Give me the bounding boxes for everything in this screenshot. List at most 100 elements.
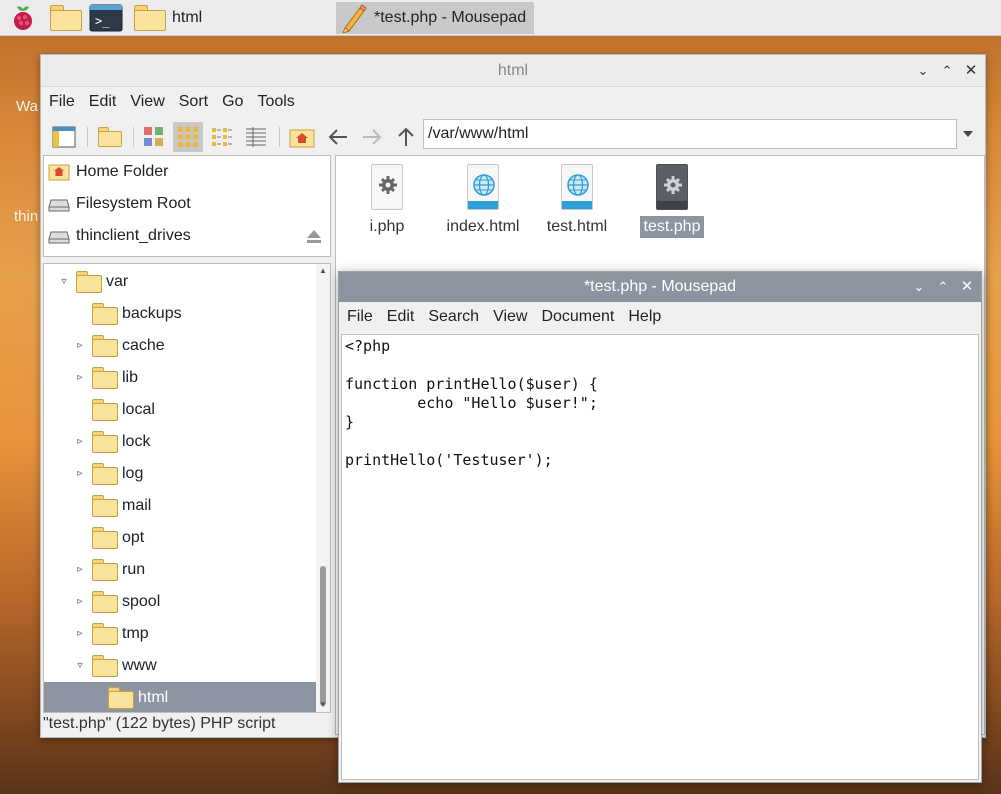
tree-item-cache[interactable]: ▹ cache (44, 330, 316, 362)
tree-item-www[interactable]: ▿ www (44, 650, 316, 682)
file-name: test.html (546, 218, 608, 235)
window-titlebar[interactable]: *test.php - Mousepad ⌄ ⌃ ✕ (339, 272, 981, 302)
drive-icon (48, 199, 70, 212)
compact-view-icon (212, 128, 232, 146)
back-button[interactable] (323, 122, 353, 152)
terminal-icon: >_ (89, 4, 123, 32)
terminal-launcher[interactable]: >_ (88, 2, 124, 34)
menu-search[interactable]: Search (428, 308, 479, 326)
list-view-button[interactable] (241, 122, 271, 152)
chevron-right-icon[interactable]: ▹ (74, 372, 86, 384)
place-label: Home Folder (76, 163, 169, 180)
file-item[interactable]: test.html (532, 162, 622, 238)
menu-file[interactable]: File (347, 308, 373, 326)
tree-item-label: local (122, 401, 155, 418)
file-item-selected[interactable]: test.php (626, 162, 718, 238)
file-manager-launcher[interactable] (48, 2, 84, 34)
tree-item-html[interactable]: html (44, 682, 316, 712)
eject-icon[interactable] (306, 228, 322, 244)
text-editor[interactable]: <?php function printHello($user) { echo … (341, 334, 979, 780)
menu-tools[interactable]: Tools (257, 93, 294, 111)
tree-item-lib[interactable]: ▹ lib (44, 362, 316, 394)
tree-item-spool[interactable]: ▹ spool (44, 586, 316, 618)
arrow-up-icon (398, 127, 414, 146)
menu-view[interactable]: View (130, 93, 164, 111)
menu-go[interactable]: Go (222, 93, 243, 111)
place-label: Filesystem Root (76, 195, 191, 212)
tree-item-mail[interactable]: mail (44, 490, 316, 522)
new-window-button[interactable] (49, 122, 79, 152)
chevron-down-icon[interactable]: ▿ (74, 660, 86, 672)
tree-item-lock[interactable]: ▹ lock (44, 426, 316, 458)
raspberry-menu-button[interactable] (6, 2, 40, 34)
close-icon[interactable]: ✕ (961, 61, 981, 81)
place-home-folder[interactable]: Home Folder (44, 156, 330, 188)
maximize-icon[interactable]: ⌃ (937, 61, 957, 81)
scrollbar-thumb[interactable] (320, 566, 326, 706)
path-input[interactable]: /var/www/html (423, 119, 957, 149)
tree-item-local[interactable]: local (44, 394, 316, 426)
php-gear-icon (369, 164, 405, 210)
folder-icon (92, 399, 118, 421)
thumbnail-view-button[interactable] (139, 122, 169, 152)
chevron-down-icon[interactable]: ▿ (58, 276, 70, 288)
mousepad-window: *test.php - Mousepad ⌄ ⌃ ✕ File Edit Sea… (338, 271, 982, 783)
scroll-down-icon[interactable]: ▼ (318, 700, 328, 710)
menu-view[interactable]: View (493, 308, 527, 326)
html-globe-icon (465, 164, 501, 210)
new-folder-button[interactable] (95, 122, 125, 152)
tree-item-label: tmp (122, 625, 149, 642)
minimize-icon[interactable]: ⌄ (913, 61, 933, 81)
minimize-icon[interactable]: ⌄ (909, 277, 929, 297)
place-filesystem-root[interactable]: Filesystem Root (44, 188, 330, 220)
tree-item-label: opt (122, 529, 145, 546)
menu-document[interactable]: Document (541, 308, 614, 326)
chevron-right-icon[interactable]: ▹ (74, 628, 86, 640)
folder-icon (92, 559, 118, 581)
place-thinclient-drives[interactable]: thinclient_drives (44, 220, 330, 252)
tree-item-label: lock (122, 433, 151, 450)
arrow-left-icon (328, 129, 347, 145)
taskbar-window-label: html (172, 9, 203, 26)
code-content: <?php function printHello($user) { echo … (345, 337, 598, 469)
menu-edit[interactable]: Edit (89, 93, 117, 111)
tree-item-var[interactable]: ▿ var (44, 266, 316, 298)
icon-view-button[interactable] (173, 122, 203, 152)
drive-icon (48, 231, 70, 244)
tree-item-opt[interactable]: opt (44, 522, 316, 554)
chevron-right-icon[interactable]: ▹ (74, 340, 86, 352)
file-item[interactable]: i.php (342, 162, 432, 238)
menu-help[interactable]: Help (628, 308, 661, 326)
folder-icon (92, 463, 118, 485)
window-titlebar[interactable]: html ⌄ ⌃ ✕ (41, 55, 985, 87)
menubar: File Edit Search View Document Help (339, 302, 981, 332)
tree-item-tmp[interactable]: ▹ tmp (44, 618, 316, 650)
chevron-right-icon[interactable]: ▹ (74, 564, 86, 576)
tree-item-log[interactable]: ▹ log (44, 458, 316, 490)
tree-item-run[interactable]: ▹ run (44, 554, 316, 586)
forward-button[interactable] (357, 122, 387, 152)
folder-icon (92, 303, 118, 325)
taskbar-window-mousepad[interactable]: *test.php - Mousepad (336, 2, 534, 34)
home-button[interactable] (287, 122, 317, 152)
folder-icon (108, 687, 134, 709)
up-button[interactable] (391, 122, 421, 152)
taskbar-window-file-manager[interactable]: html (134, 2, 330, 34)
tree-item-label: mail (122, 497, 152, 514)
tree-scrollbar[interactable]: ▲ ▼ (316, 264, 330, 712)
menu-file[interactable]: File (49, 93, 75, 111)
compact-view-button[interactable] (207, 122, 237, 152)
chevron-right-icon[interactable]: ▹ (74, 468, 86, 480)
chevron-right-icon[interactable]: ▹ (74, 436, 86, 448)
close-icon[interactable]: ✕ (957, 277, 977, 297)
scroll-up-icon[interactable]: ▲ (318, 266, 328, 276)
file-item[interactable]: index.html (438, 162, 528, 238)
tree-item-label: spool (122, 593, 161, 610)
chevron-right-icon[interactable]: ▹ (74, 596, 86, 608)
menu-sort[interactable]: Sort (179, 93, 208, 111)
tree-item-backups[interactable]: backups (44, 298, 316, 330)
path-history-dropdown[interactable] (961, 127, 975, 141)
maximize-icon[interactable]: ⌃ (933, 277, 953, 297)
desktop-icon-label: Wa (16, 98, 38, 115)
menu-edit[interactable]: Edit (387, 308, 415, 326)
